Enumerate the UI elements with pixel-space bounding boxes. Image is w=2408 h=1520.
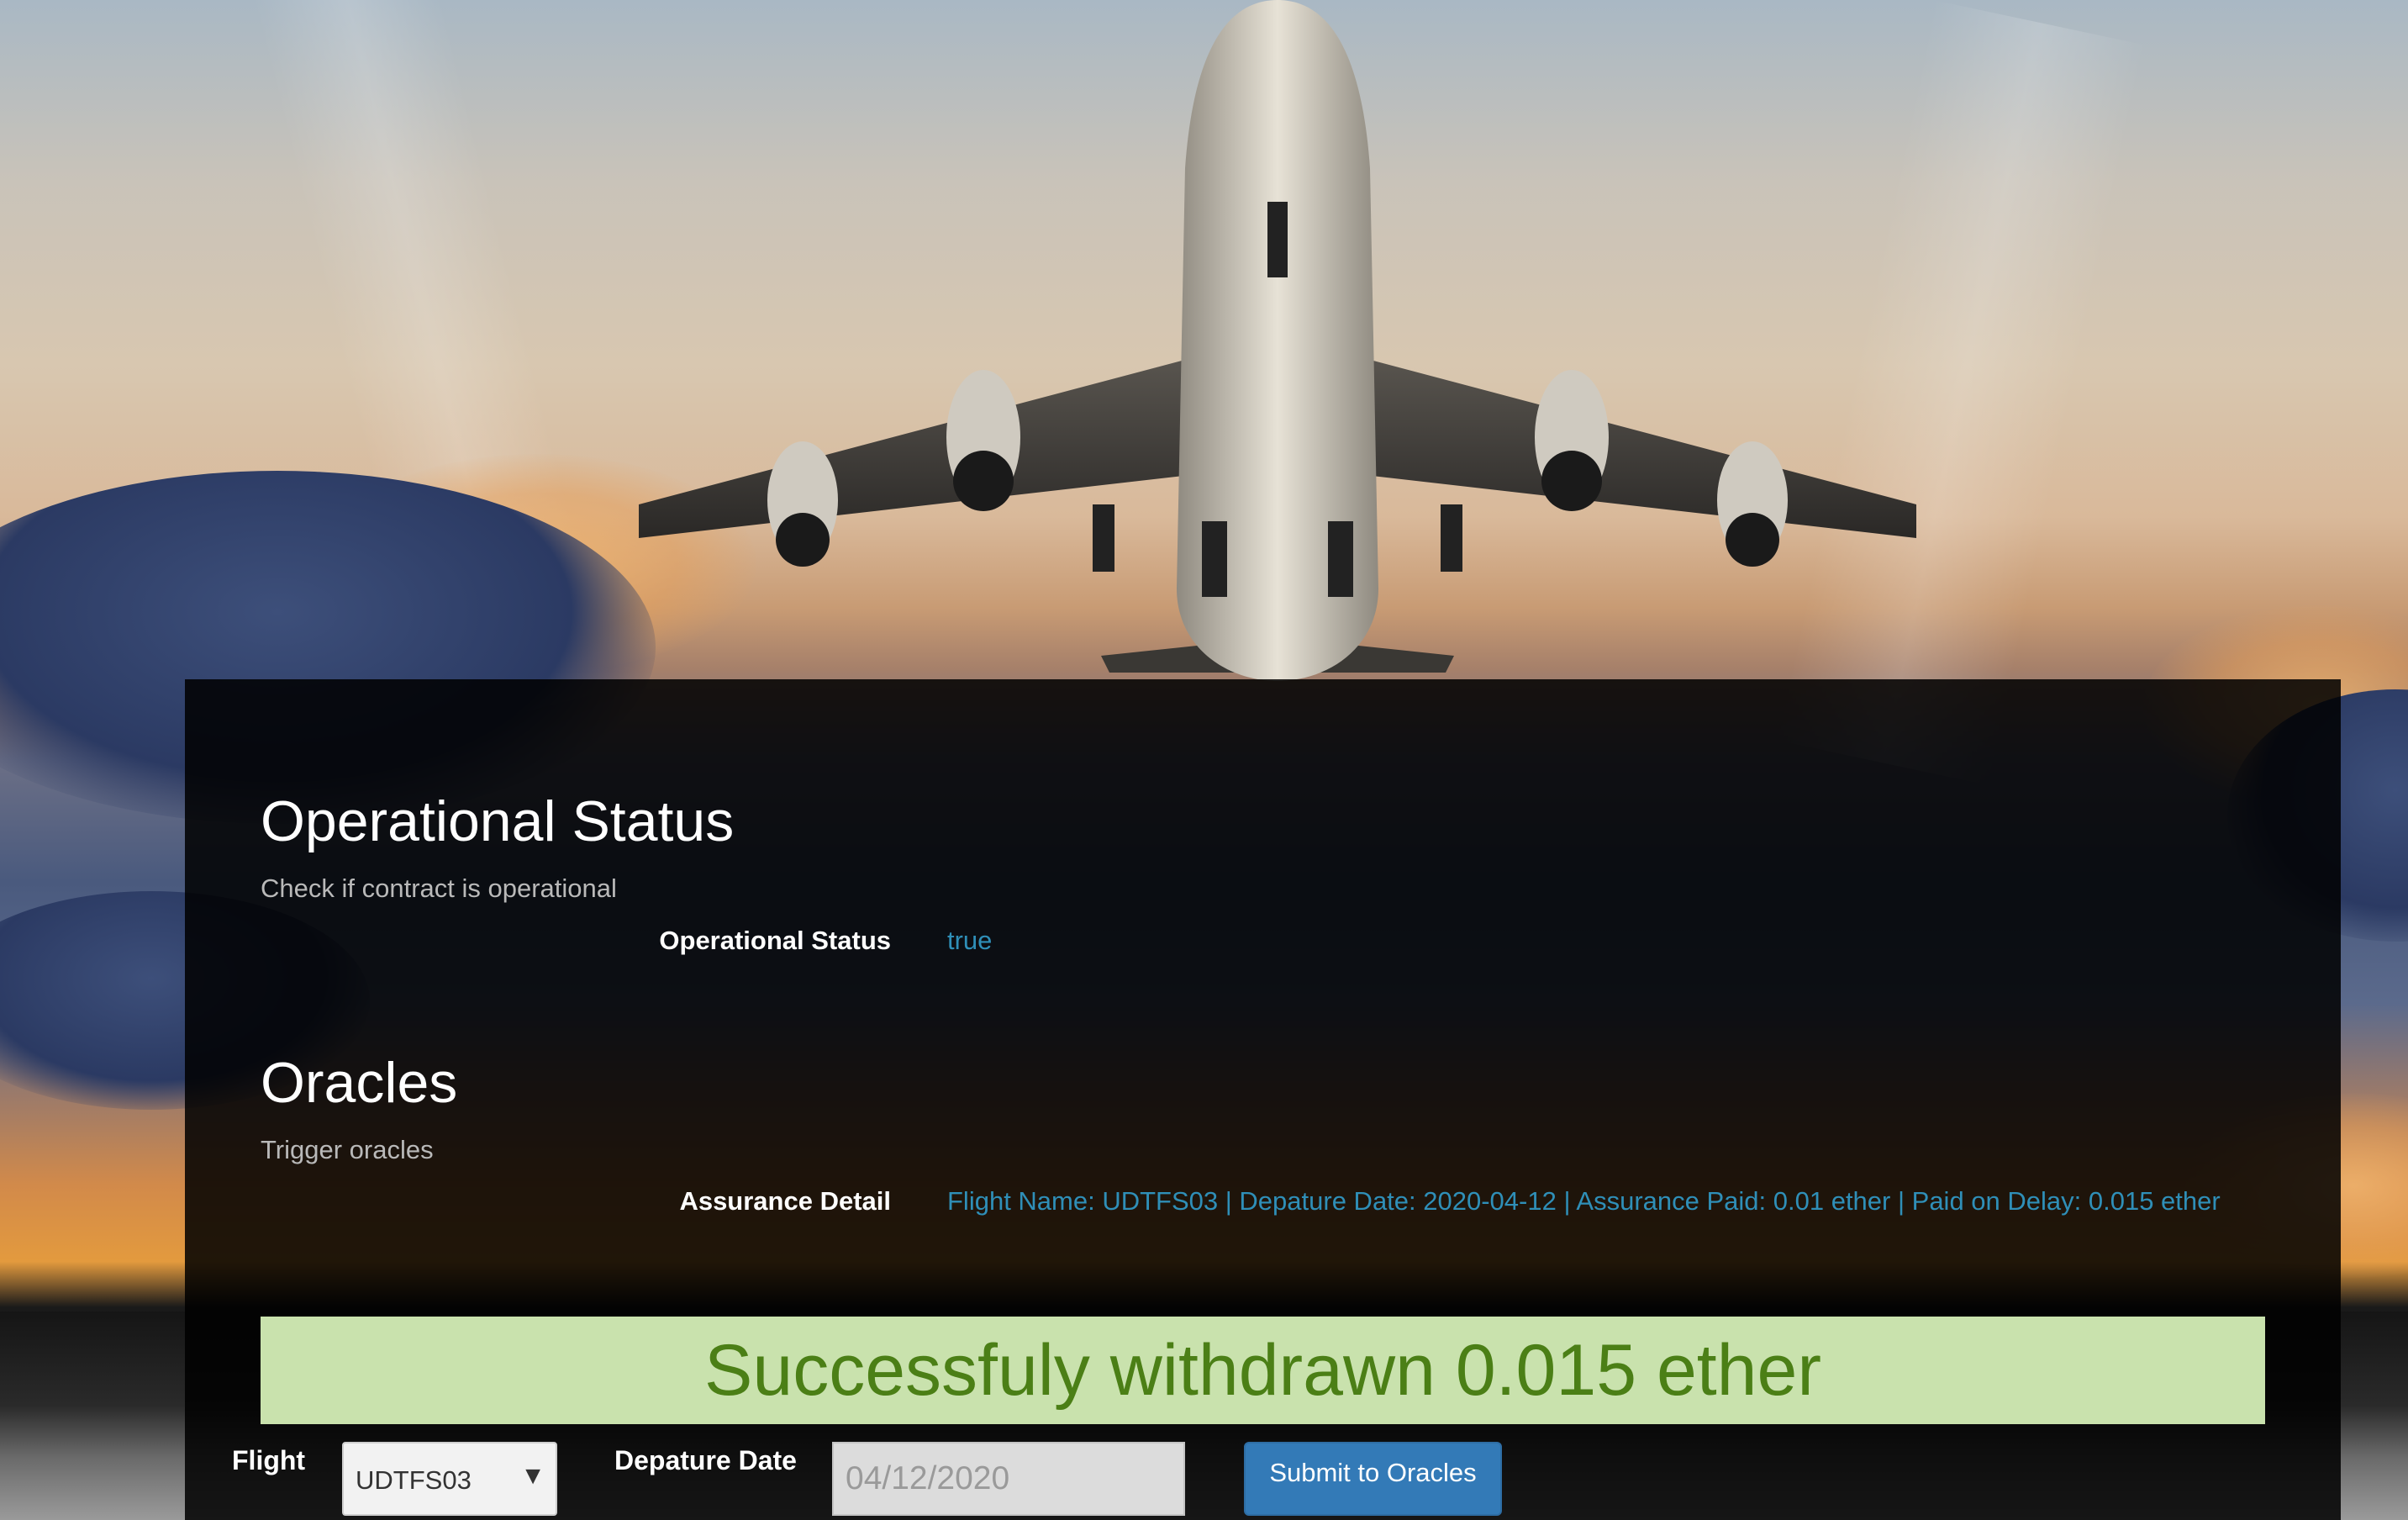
- success-message: Successfuly withdrawn 0.015 ether: [704, 1329, 1821, 1411]
- departure-date-label: Depature Date: [614, 1445, 797, 1475]
- oracles-subtitle: Trigger oracles: [261, 1135, 434, 1164]
- operational-status-value: true: [947, 926, 993, 955]
- chevron-down-icon: ▼: [520, 1462, 545, 1490]
- operational-status-subtitle: Check if contract is operational: [261, 873, 617, 903]
- content-panel: Operational Status Check if contract is …: [185, 679, 2341, 1520]
- assurance-detail-label: Assurance Detail: [679, 1186, 891, 1216]
- oracles-title: Oracles: [261, 1051, 458, 1115]
- operational-status-label: Operational Status: [659, 926, 891, 955]
- flight-select-value: UDTFS03: [356, 1465, 472, 1495]
- flight-label: Flight: [232, 1445, 306, 1475]
- airplane-background-icon: [639, 0, 1916, 681]
- operational-status-title: Operational Status: [261, 789, 735, 853]
- assurance-detail-value: Flight Name: UDTFS03 | Depature Date: 20…: [947, 1186, 2221, 1216]
- flight-select[interactable]: UDTFS03 ▼: [342, 1442, 557, 1516]
- success-banner: Successfuly withdrawn 0.015 ether: [261, 1317, 2265, 1424]
- departure-date-input[interactable]: [832, 1442, 1185, 1516]
- submit-to-oracles-button[interactable]: Submit to Oracles: [1244, 1442, 1502, 1516]
- page-background: Operational Status Check if contract is …: [0, 0, 2408, 1520]
